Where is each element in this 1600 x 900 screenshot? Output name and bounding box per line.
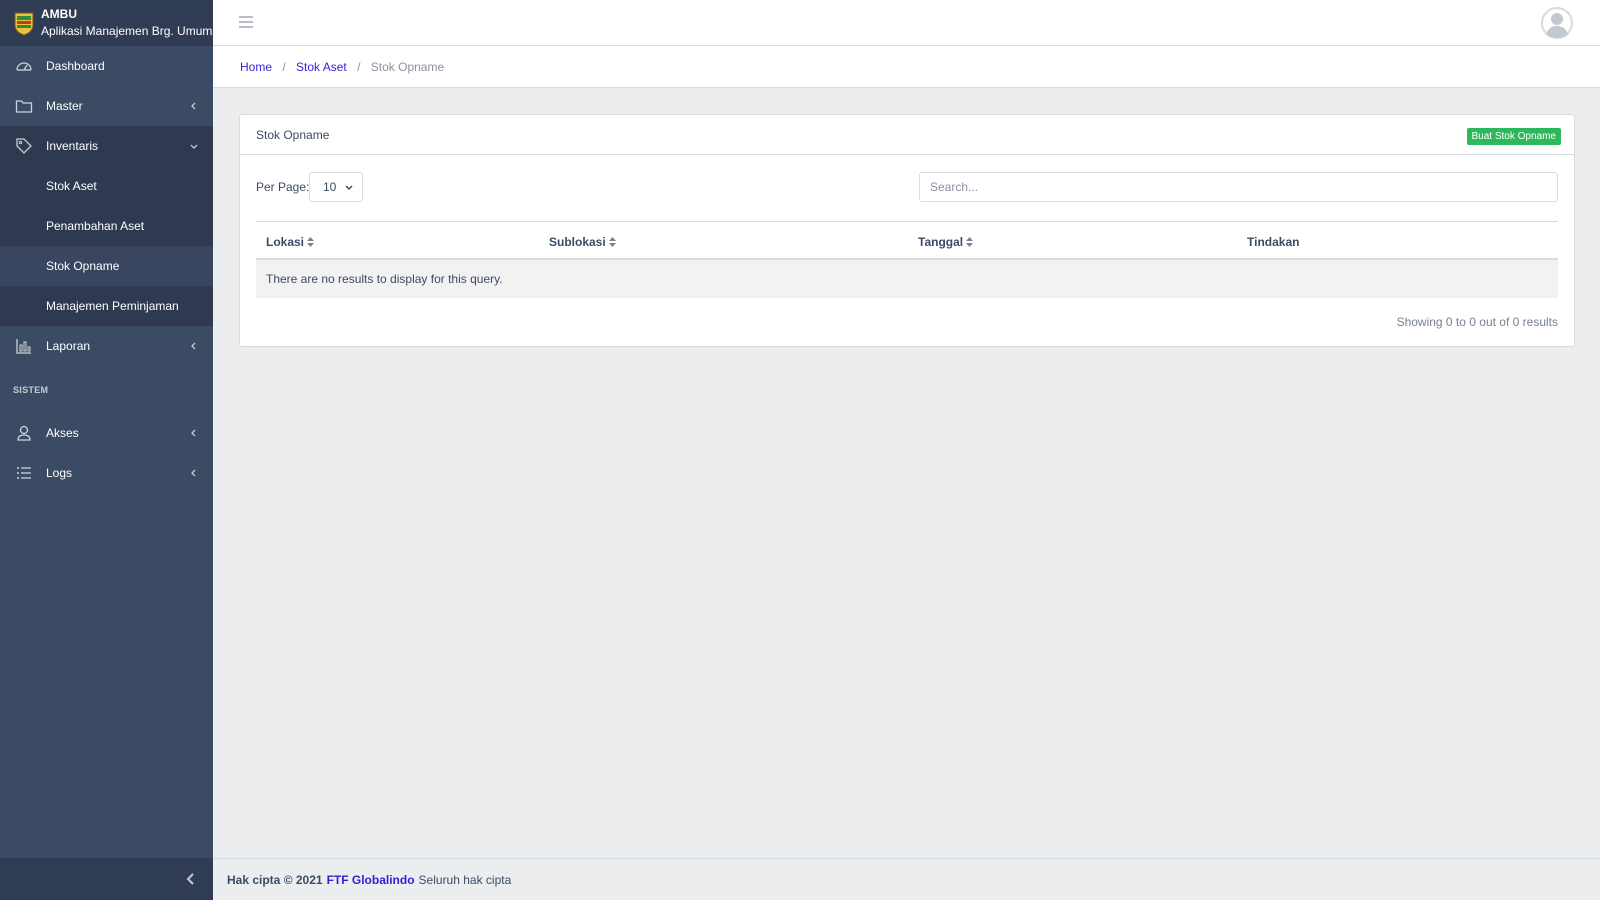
sidebar-subitem-label: Penambahan Aset [46, 219, 145, 233]
card-header: Stok Opname Buat Stok Opname [240, 115, 1574, 155]
column-label: Lokasi [266, 235, 305, 249]
breadcrumb-home-link[interactable]: Home [240, 60, 272, 74]
sort-icon [608, 237, 616, 247]
sidebar-subitem-stok-aset[interactable]: Stok Aset [0, 166, 213, 206]
breadcrumb-separator: / [282, 59, 286, 74]
breadcrumb-bar: Home / Stok Aset / Stok Opname [213, 46, 1600, 88]
user-icon [17, 425, 31, 441]
sidebar-subitem-label: Stok Opname [46, 259, 120, 273]
sidebar-item-laporan[interactable]: Laporan [0, 326, 213, 366]
sidebar-item-label: Dashboard [46, 59, 105, 73]
sidebar-item-dashboard[interactable]: Dashboard [0, 46, 213, 86]
avatar-user-icon [1541, 7, 1573, 39]
chevron-left-icon [191, 469, 196, 477]
empty-results-row: There are no results to display for this… [256, 260, 1558, 298]
sidebar-item-label: Akses [46, 426, 79, 440]
breadcrumb: Home / Stok Aset / Stok Opname [240, 60, 444, 74]
sidebar-subitem-stok-opname[interactable]: Stok Opname [0, 246, 213, 286]
footer: Hak cipta © 2021 FTF Globalindo Seluruh … [213, 858, 1600, 900]
folder-icon [15, 100, 33, 113]
stok-opname-table: Lokasi Sublokasi Tanggal Tindakan There … [256, 221, 1558, 298]
column-header-sublokasi[interactable]: Sublokasi [549, 235, 616, 249]
sidebar-subitem-manajemen-peminjaman[interactable]: Manajemen Peminjaman [0, 286, 213, 326]
breadcrumb-separator: / [357, 59, 361, 74]
sidebar-group-inventaris: Inventaris Stok Aset Penambahan Aset Sto… [0, 126, 213, 326]
user-avatar[interactable] [1541, 7, 1573, 39]
footer-rights: Seluruh hak cipta [418, 872, 512, 887]
stok-opname-card: Stok Opname Buat Stok Opname Per Page: 1… [239, 114, 1575, 347]
brand-name: AMBU [41, 7, 77, 21]
sidebar-item-label: Laporan [46, 339, 91, 353]
chevron-left-icon [191, 429, 196, 437]
sidebar-item-akses[interactable]: Akses [0, 413, 213, 453]
sidebar-item-label: Inventaris [46, 139, 99, 153]
sidebar-subitem-penambahan-aset[interactable]: Penambahan Aset [0, 206, 213, 246]
chevron-left-icon [186, 873, 194, 885]
sidebar-brand[interactable]: AMBU Aplikasi Manajemen Brg. Umum [0, 0, 213, 46]
per-page-label: Per Page: [256, 180, 310, 194]
sidebar-item-label: Logs [46, 466, 73, 480]
pagination-summary: Showing 0 to 0 out of 0 results [1396, 315, 1558, 329]
sidebar-item-master[interactable]: Master [0, 86, 213, 126]
column-header-tindakan: Tindakan [1247, 235, 1299, 249]
per-page-value: 10 [323, 180, 337, 194]
create-stok-opname-button[interactable]: Buat Stok Opname [1466, 128, 1561, 145]
sort-icon [966, 237, 974, 247]
tag-icon [16, 138, 32, 154]
sidebar-section-title: SISTEM [13, 384, 49, 395]
table-header: Lokasi Sublokasi Tanggal Tindakan [256, 221, 1558, 260]
hamburger-menu-icon[interactable] [237, 14, 255, 30]
column-label: Tindakan [1247, 235, 1300, 249]
search-input[interactable] [919, 172, 1558, 202]
per-page-select[interactable]: 10 [309, 172, 363, 202]
chevron-down-icon [190, 144, 198, 149]
brand-subtitle: Aplikasi Manajemen Brg. Umum [41, 24, 213, 38]
column-label: Tanggal [918, 235, 964, 249]
top-header [213, 0, 1600, 46]
sidebar-item-logs[interactable]: Logs [0, 453, 213, 493]
breadcrumb-current: Stok Opname [370, 59, 445, 74]
chevron-left-icon [191, 342, 196, 350]
bar-chart-icon [16, 339, 31, 354]
column-header-tanggal[interactable]: Tanggal [918, 235, 974, 249]
table-controls: Per Page: 10 [256, 172, 1558, 202]
sidebar-minimize-button[interactable] [0, 858, 213, 900]
chevron-left-icon [191, 102, 196, 110]
sidebar-item-label: Master [46, 99, 83, 113]
column-header-lokasi[interactable]: Lokasi [266, 235, 315, 249]
column-label: Sublokasi [549, 235, 606, 249]
sort-icon [307, 237, 315, 247]
sidebar-subitem-label: Manajemen Peminjaman [46, 299, 179, 313]
footer-company-link[interactable]: FTF Globalindo [327, 873, 415, 887]
sidebar-subitem-label: Stok Aset [46, 179, 97, 193]
sidebar-item-inventaris[interactable]: Inventaris [0, 126, 213, 166]
list-icon [17, 467, 31, 479]
footer-copyright: Hak cipta © 2021 [227, 872, 323, 887]
sidebar: AMBU Aplikasi Manajemen Brg. Umum Dashbo… [0, 0, 213, 900]
empty-results-message: There are no results to display for this… [266, 272, 503, 286]
chevron-down-icon [345, 185, 353, 191]
card-title: Stok Opname [256, 127, 330, 142]
breadcrumb-stok-aset-link[interactable]: Stok Aset [296, 60, 347, 74]
brand-logo-icon [12, 9, 36, 37]
speedometer-icon [16, 62, 32, 71]
